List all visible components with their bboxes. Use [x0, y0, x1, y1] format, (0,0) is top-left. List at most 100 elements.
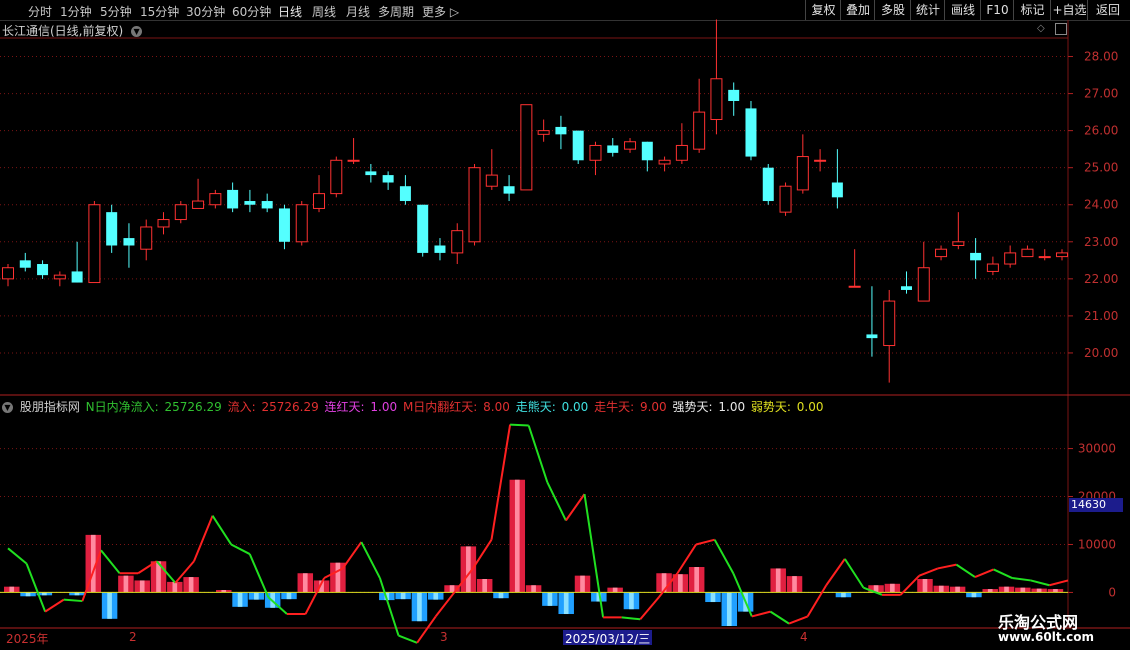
flow-bar-highlight: [123, 575, 129, 593]
net-flow-line-segment: [248, 553, 270, 598]
flow-bar: [558, 592, 574, 615]
indicator-value-5: 9.00: [636, 400, 667, 414]
candle-body-up: [1038, 256, 1051, 259]
flow-bar: [721, 592, 738, 626]
net-flow-line-segment: [546, 481, 567, 521]
net-flow-line-segment: [527, 425, 549, 483]
flow-bar-highlight: [384, 592, 390, 601]
tab-timeframe-1[interactable]: 1分钟: [60, 3, 92, 20]
candle-body-up: [485, 174, 498, 187]
flow-bar-highlight: [792, 576, 797, 593]
ind-tick-label: 0: [1108, 585, 1116, 599]
candle-body-up: [1021, 248, 1034, 258]
candle-body-down: [365, 171, 377, 176]
net-flow-line-segment: [583, 493, 605, 618]
toolbar-button-5[interactable]: F10: [980, 0, 1014, 20]
candle-body-down: [227, 189, 239, 209]
price-tick-label: 20.00: [1084, 346, 1118, 360]
flow-bar: [85, 534, 102, 593]
net-flow-line-segment: [81, 549, 102, 602]
flow-bar-highlight: [922, 579, 928, 593]
tab-timeframe-10[interactable]: 更多 ▷: [422, 3, 459, 20]
flow-bar: [949, 586, 966, 593]
flow-bar: [264, 592, 281, 608]
flow-bar-highlight: [563, 592, 569, 615]
flow-bar: [232, 592, 248, 607]
flow-bar-highlight: [107, 592, 112, 619]
toolbar-button-6[interactable]: 标记: [1013, 0, 1051, 20]
toolbar-button-0[interactable]: 复权: [805, 0, 841, 20]
diamond-icon[interactable]: ◇: [1037, 23, 1045, 34]
toolbar-button-3[interactable]: 统计: [910, 0, 945, 20]
toolbar-button-7[interactable]: +自选: [1050, 0, 1088, 20]
ind-tick-label: 30000: [1078, 442, 1116, 456]
candle-body-up: [347, 159, 360, 162]
tab-timeframe-6[interactable]: 日线: [278, 3, 302, 20]
price-tick-label: 21.00: [1084, 309, 1118, 323]
net-flow-line-segment: [993, 568, 1013, 579]
tab-timeframe-3[interactable]: 15分钟: [140, 3, 179, 20]
flow-bar-highlight: [1020, 587, 1026, 593]
toolbar-button-4[interactable]: 画线: [944, 0, 981, 20]
candle-body-down: [970, 252, 982, 261]
indicator-legend: ▼ 股朋指标网 N日内净流入: 25726.29 流入: 25726.29 连红…: [2, 398, 828, 415]
flow-bar-highlight: [25, 592, 31, 597]
flow-bar: [786, 576, 803, 593]
chevron-down-icon[interactable]: ▼: [131, 26, 143, 37]
right-side-strip: [1117, 20, 1130, 395]
net-flow-line-segment: [1030, 579, 1050, 587]
candle-body-up: [986, 263, 999, 272]
flow-bar: [428, 592, 444, 600]
indicator-label-7: 弱势天:: [747, 400, 791, 414]
candle-body-up: [192, 200, 205, 209]
toolbar-button-8[interactable]: 返回: [1087, 0, 1128, 20]
flow-bar: [933, 585, 950, 593]
net-flow-line-segment: [230, 543, 251, 555]
flow-bar: [460, 546, 477, 593]
tab-timeframe-4[interactable]: 30分钟: [186, 3, 225, 20]
candle-body-up: [1004, 252, 1017, 265]
chart-area: 28.0027.0026.0025.0024.0023.0022.0021.00…: [0, 19, 1130, 644]
net-flow-line-segment: [416, 615, 437, 644]
net-flow-line-segment: [398, 634, 418, 644]
tab-timeframe-2[interactable]: 5分钟: [100, 3, 132, 20]
indicator-label-0: N日内净流入:: [85, 400, 159, 414]
flow-bar: [216, 590, 232, 593]
flow-bar: [476, 579, 493, 593]
panel-toggle-icon[interactable]: [1055, 23, 1067, 35]
toolbar-button-2[interactable]: 多股: [874, 0, 911, 20]
candle-body-up: [675, 144, 688, 161]
flow-bar-highlight: [612, 587, 618, 593]
tab-timeframe-9[interactable]: 多周期: [378, 3, 414, 20]
indicator-value-2: 1.00: [366, 400, 398, 414]
tab-timeframe-8[interactable]: 月线: [346, 3, 370, 20]
toolbar-button-1[interactable]: 叠加: [840, 0, 875, 20]
tab-timeframe-5[interactable]: 60分钟: [232, 3, 271, 20]
candle-body-up: [537, 130, 550, 135]
candle-body-down: [19, 260, 31, 268]
net-flow-line-segment: [100, 549, 121, 574]
candle-body-up: [710, 78, 723, 121]
tab-timeframe-7[interactable]: 周线: [312, 3, 336, 20]
net-flow-line-segment: [676, 543, 697, 574]
candle-body-up: [2, 267, 14, 280]
price-tick-label: 27.00: [1084, 87, 1118, 101]
net-flow-line-segment: [490, 424, 512, 540]
tab-timeframe-0[interactable]: 分时: [28, 3, 52, 20]
chevron-down-icon[interactable]: ▼: [2, 402, 13, 413]
flow-bar: [411, 592, 428, 622]
net-flow-line-segment: [44, 598, 65, 613]
net-flow-line-segment: [378, 577, 400, 636]
flow-bar: [982, 589, 998, 593]
candle-body-down: [278, 208, 290, 242]
flow-bar-highlight: [498, 592, 504, 599]
flow-bar-highlight: [449, 585, 455, 593]
price-tick-label: 23.00: [1084, 235, 1118, 249]
flow-bar-highlight: [547, 592, 553, 606]
flow-bar: [623, 592, 640, 610]
flow-bar: [688, 567, 705, 593]
net-flow-line-segment: [621, 616, 641, 621]
flow-bar: [150, 561, 167, 593]
flow-bar-highlight: [42, 592, 47, 596]
flow-bar: [607, 587, 623, 593]
